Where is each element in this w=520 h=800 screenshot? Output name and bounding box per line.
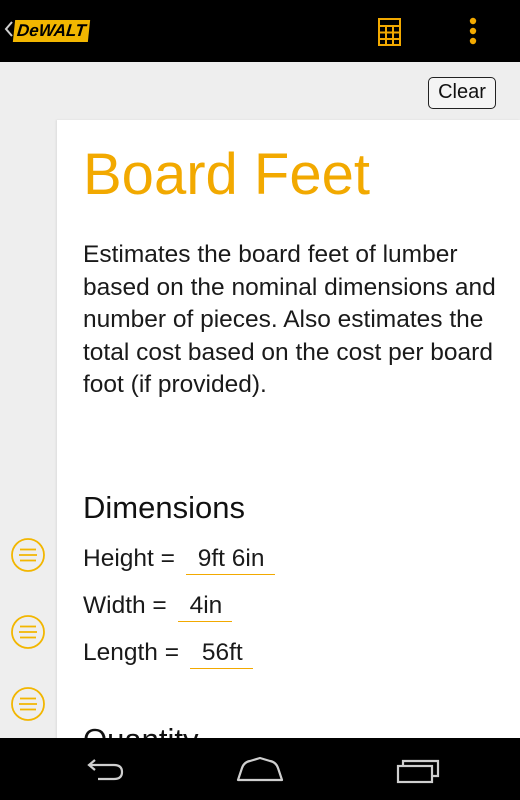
length-field[interactable]: 56ft xyxy=(189,638,253,669)
drag-handle-icon[interactable] xyxy=(10,614,46,650)
dimensions-heading: Dimensions xyxy=(83,490,245,525)
nav-recents-icon[interactable] xyxy=(390,752,446,788)
action-bar: DeWALT xyxy=(0,0,520,62)
clear-button[interactable]: Clear xyxy=(428,77,496,109)
overflow-menu-icon[interactable] xyxy=(454,12,494,52)
height-label: Height = xyxy=(83,545,175,572)
screen: DeWALT Clear Board Feet Estimates the bo… xyxy=(0,0,520,800)
height-row: Height = 9ft 6in xyxy=(83,541,275,577)
calculator-icon[interactable] xyxy=(370,12,410,52)
drag-handle-icon[interactable] xyxy=(10,537,46,573)
height-field[interactable]: 9ft 6in xyxy=(185,544,275,575)
width-row: Width = 4in xyxy=(83,588,233,624)
description-text: Estimates the board feet of lumber based… xyxy=(83,241,496,398)
dewalt-logo[interactable]: DeWALT xyxy=(12,20,90,42)
width-field[interactable]: 4in xyxy=(177,591,233,622)
nav-back-icon[interactable] xyxy=(76,752,132,788)
length-label: Length = xyxy=(83,639,180,666)
nav-home-icon[interactable] xyxy=(232,752,288,788)
drag-handle-icon[interactable] xyxy=(10,686,46,722)
width-label: Width = xyxy=(83,592,167,619)
page-title: Board Feet xyxy=(83,142,370,207)
system-nav-bar xyxy=(0,738,520,800)
length-row: Length = 56ft xyxy=(83,635,253,671)
